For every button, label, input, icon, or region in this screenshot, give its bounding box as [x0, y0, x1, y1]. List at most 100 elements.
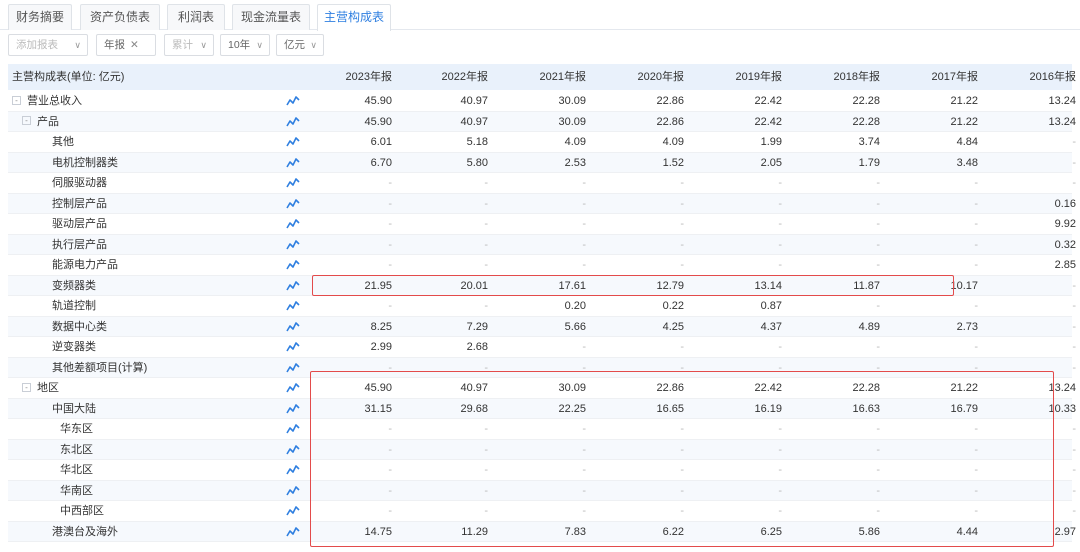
- tab-balance-sheet[interactable]: 资产负债表: [80, 4, 160, 30]
- table-cell: 5.80: [466, 156, 488, 169]
- trend-line-icon[interactable]: [286, 157, 300, 169]
- row-label-text: 中国大陆: [52, 402, 96, 415]
- table-row: 其他差额项目(计算) - - - - - - - -: [8, 357, 1076, 378]
- add-report-select[interactable]: 添加报表 ∨: [8, 34, 88, 56]
- table-cell: -: [1072, 423, 1076, 435]
- table-cell: -: [974, 464, 978, 476]
- trend-line-icon[interactable]: [286, 444, 300, 456]
- table-cell: -: [388, 259, 392, 271]
- table-cell: -: [974, 505, 978, 517]
- table-cell: -: [388, 505, 392, 517]
- trend-line-icon[interactable]: [286, 95, 300, 107]
- table-cell: 1.52: [662, 156, 684, 169]
- cumulative-select[interactable]: 累计 ∨: [164, 34, 214, 56]
- table-cell: -: [974, 177, 978, 189]
- column-header-year[interactable]: 2017年报: [918, 64, 978, 90]
- table-row: 中国大陆 31.15 29.68 22.25 16.65 16.19 16.63 16.79 1…: [8, 398, 1076, 419]
- table-cell: -: [484, 464, 488, 476]
- table-cell: -: [778, 259, 782, 271]
- row-label-text: 控制层产品: [52, 197, 107, 210]
- table-cell: -: [974, 197, 978, 210]
- row-label[interactable]: - 产品: [22, 112, 59, 132]
- tab-financial-summary[interactable]: 财务摘要: [8, 4, 72, 30]
- table-cell: -: [876, 197, 880, 210]
- table-cell: -: [388, 197, 392, 210]
- column-header-year[interactable]: 2016年报: [1016, 64, 1076, 90]
- row-label: 数据中心类: [52, 317, 107, 337]
- collapse-toggle-icon[interactable]: -: [12, 95, 21, 105]
- table-row: 华北区 - - - - - - - -: [8, 460, 1076, 481]
- trend-line-icon[interactable]: [286, 218, 300, 230]
- table-cell: 6.01: [370, 136, 392, 148]
- column-header-year[interactable]: 2020年报: [624, 64, 684, 90]
- column-header-year[interactable]: 2018年报: [820, 64, 880, 90]
- row-label-text: 电机控制器类: [52, 156, 118, 169]
- trend-line-icon[interactable]: [286, 239, 300, 251]
- tab-income-statement[interactable]: 利润表: [167, 4, 225, 30]
- row-label: 华南区: [60, 481, 93, 501]
- trend-line-icon[interactable]: [286, 505, 300, 517]
- tab-main-composition[interactable]: 主营构成表: [317, 4, 391, 31]
- trend-line-icon[interactable]: [286, 198, 300, 210]
- trend-line-icon[interactable]: [286, 321, 300, 333]
- trend-line-icon[interactable]: [286, 485, 300, 497]
- table-cell: -: [876, 484, 880, 497]
- table-row: 华南区 - - - - - - - -: [8, 480, 1076, 501]
- table-cell: -: [582, 505, 586, 517]
- table-cell: -: [582, 218, 586, 230]
- trend-line-icon[interactable]: [286, 116, 300, 128]
- trend-line-icon[interactable]: [286, 300, 300, 312]
- trend-line-icon[interactable]: [286, 136, 300, 148]
- column-header-year[interactable]: 2022年报: [428, 64, 488, 90]
- table-cell: -: [484, 361, 488, 374]
- annual-filter-chip[interactable]: 年报 ✕: [96, 34, 156, 56]
- trend-line-icon[interactable]: [286, 382, 300, 394]
- table-row: 执行层产品 - - - - - - - 0.32: [8, 234, 1076, 255]
- trend-line-icon[interactable]: [286, 259, 300, 271]
- row-label-text: 变频器类: [52, 279, 96, 292]
- tab-cash-flow[interactable]: 现金流量表: [232, 4, 310, 30]
- trend-line-icon[interactable]: [286, 464, 300, 476]
- trend-line-icon[interactable]: [286, 362, 300, 374]
- table-row: 逆变器类 2.99 2.68 - - - - - -: [8, 337, 1076, 358]
- trend-line-icon[interactable]: [286, 423, 300, 435]
- collapse-toggle-icon[interactable]: -: [22, 116, 31, 126]
- unit-select[interactable]: 亿元 ∨: [276, 34, 324, 56]
- table-cell: -: [974, 484, 978, 497]
- table-row: - 产品 45.90 40.97 30.09 22.86 22.42 22.28 21.22 13…: [8, 111, 1076, 132]
- trend-line-icon[interactable]: [286, 280, 300, 292]
- row-label[interactable]: - 地区: [22, 378, 59, 398]
- column-header-year[interactable]: 2021年报: [526, 64, 586, 90]
- table-row: 电机控制器类 6.70 5.80 2.53 1.52 2.05 1.79 3.48 -: [8, 152, 1076, 173]
- row-label-text: 港澳台及海外: [52, 525, 118, 538]
- table-cell: -: [680, 423, 684, 435]
- column-header-year[interactable]: 2023年报: [332, 64, 392, 90]
- trend-line-icon[interactable]: [286, 403, 300, 415]
- table-cell: 3.48: [956, 156, 978, 169]
- table-cell: 12.79: [656, 279, 684, 292]
- table-cell: -: [876, 300, 880, 312]
- row-label-text: 其他差额项目(计算): [52, 361, 148, 374]
- table-cell: 21.22: [950, 382, 978, 394]
- trend-line-icon[interactable]: [286, 177, 300, 189]
- close-icon[interactable]: ✕: [130, 39, 139, 51]
- period-select[interactable]: 10年 ∨: [220, 34, 270, 56]
- row-label[interactable]: - 营业总收入: [12, 91, 82, 111]
- trend-line-icon[interactable]: [286, 526, 300, 538]
- table-cell: 6.70: [370, 156, 392, 169]
- row-label: 中西部区: [60, 501, 104, 521]
- column-header-year[interactable]: 2019年报: [722, 64, 782, 90]
- table-cell: -: [778, 238, 782, 251]
- table-cell: -: [1072, 443, 1076, 456]
- row-label-text: 东北区: [60, 443, 93, 456]
- table-cell: 13.24: [1048, 115, 1076, 128]
- trend-line-icon[interactable]: [286, 341, 300, 353]
- table-cell: 40.97: [460, 115, 488, 128]
- table-cell: -: [680, 259, 684, 271]
- collapse-toggle-icon[interactable]: -: [22, 382, 31, 392]
- table-cell: -: [974, 443, 978, 456]
- table-cell: 22.25: [558, 402, 586, 415]
- table-row: 华东区 - - - - - - - -: [8, 419, 1076, 440]
- table-cell: 2.97: [1054, 525, 1076, 538]
- table-cell: -: [582, 464, 586, 476]
